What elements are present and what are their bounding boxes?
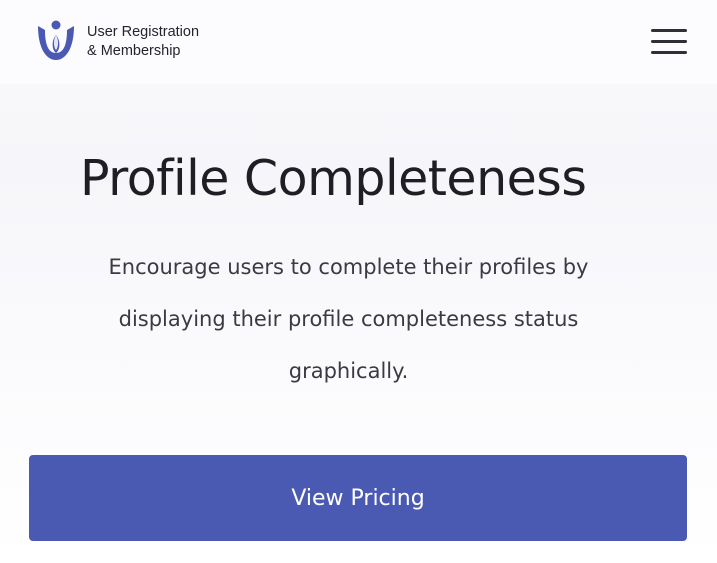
menu-bar-bottom — [651, 51, 687, 54]
page-title: Profile Completeness — [80, 150, 587, 207]
page: User Registration & Membership Profile C… — [0, 0, 717, 563]
menu-bar-top — [651, 29, 687, 32]
site-header: User Registration & Membership — [0, 0, 717, 84]
view-pricing-button[interactable]: View Pricing — [29, 455, 687, 541]
view-pricing-label: View Pricing — [291, 485, 425, 511]
description-line-3: graphically. — [288, 359, 409, 383]
hamburger-menu-icon[interactable] — [651, 29, 687, 55]
logo-text-line1: User Registration — [87, 24, 200, 40]
user-registration-logo-icon — [38, 20, 74, 60]
logo-text-line2: & Membership — [87, 43, 181, 59]
description-line-2: displaying their profile completeness st… — [118, 307, 579, 331]
logo-wordmark: User Registration & Membership — [87, 23, 199, 61]
menu-bar-middle — [651, 40, 687, 43]
hero-description: Encourage users to complete their profil… — [70, 241, 627, 397]
description-line-1: Encourage users to complete their profil… — [108, 255, 589, 279]
site-logo[interactable]: User Registration & Membership — [36, 20, 199, 64]
